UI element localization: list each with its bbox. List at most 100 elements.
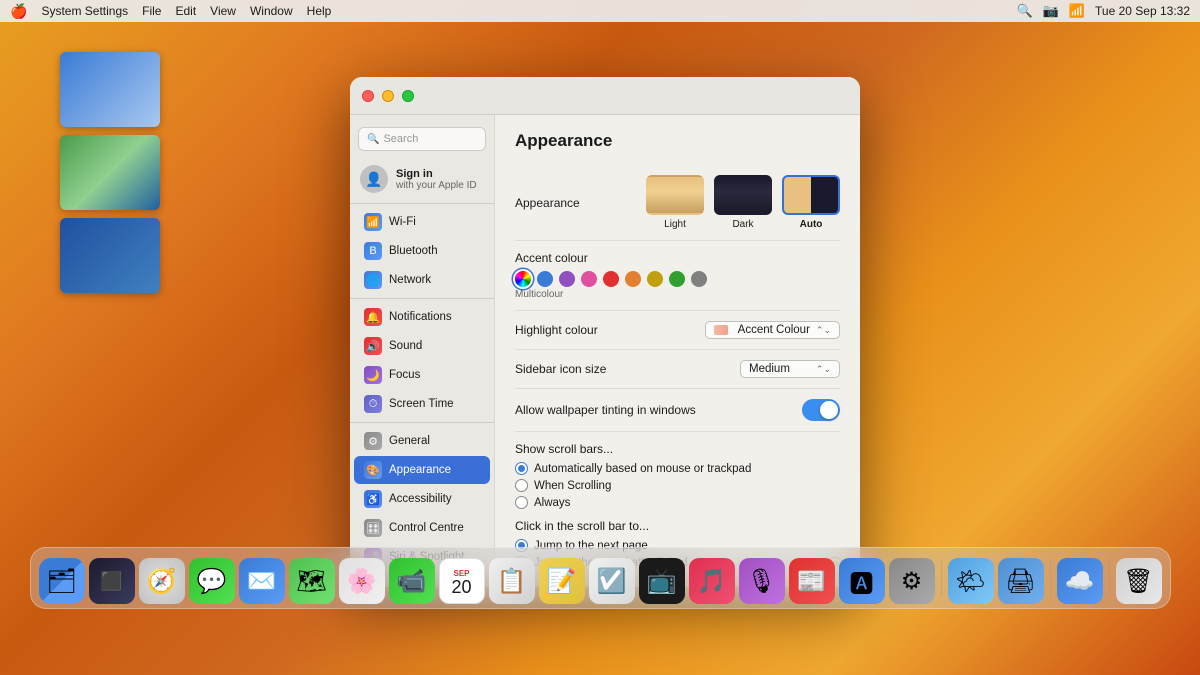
highlight-control: Accent Colour ⌃⌄ bbox=[705, 321, 840, 339]
title-bar bbox=[350, 77, 860, 115]
wifi-menubar-icon[interactable]: 📶 bbox=[1069, 3, 1085, 19]
menubar-view[interactable]: View bbox=[210, 4, 236, 18]
appearance-dark[interactable]: Dark bbox=[714, 175, 772, 230]
accent-colours bbox=[515, 271, 707, 287]
search-menubar-icon[interactable]: 🔍 bbox=[1016, 3, 1032, 19]
dock-icon-preview[interactable]: 🖨 bbox=[998, 558, 1044, 604]
sidebar: 🔍 Search 👤 Sign in with your Apple ID bbox=[350, 115, 495, 587]
dock-icon-messages[interactable]: 💬 bbox=[189, 558, 235, 604]
scroll-auto-option[interactable]: Automatically based on mouse or trackpad bbox=[515, 462, 751, 475]
accent-orange[interactable] bbox=[625, 271, 641, 287]
sidebar-item-bluetooth[interactable]: B Bluetooth bbox=[354, 237, 490, 265]
scroll-always-option[interactable]: Always bbox=[515, 496, 570, 509]
search-placeholder: Search bbox=[383, 133, 418, 145]
main-content: Appearance Appearance Light Dark bbox=[495, 115, 860, 587]
sidebar-icon-size-row: Sidebar icon size Medium ⌃⌄ bbox=[515, 350, 840, 389]
menubar-edit[interactable]: Edit bbox=[175, 4, 196, 18]
light-label: Light bbox=[664, 219, 686, 230]
appearance-light[interactable]: Light bbox=[646, 175, 704, 230]
accent-multicolour[interactable] bbox=[515, 271, 531, 287]
tinting-toggle[interactable] bbox=[802, 399, 840, 421]
accent-colour-label: Accent colour bbox=[515, 251, 625, 265]
sound-icon: 🔊 bbox=[364, 337, 382, 355]
scroll-scrolling-radio[interactable] bbox=[515, 479, 528, 492]
sidebar-icon-size-label: Sidebar icon size bbox=[515, 362, 625, 376]
accent-red[interactable] bbox=[603, 271, 619, 287]
scroll-scrolling-label: When Scrolling bbox=[534, 480, 611, 492]
sidebar-item-screentime[interactable]: ⏱ Screen Time bbox=[354, 390, 490, 418]
dock-icon-trash[interactable]: 🗑 bbox=[1116, 558, 1162, 604]
dock-icon-music[interactable]: 🎵 bbox=[689, 558, 735, 604]
sidebar-size-dropdown[interactable]: Medium ⌃⌄ bbox=[740, 360, 840, 378]
appearance-auto[interactable]: Auto bbox=[782, 175, 840, 230]
highlight-dropdown[interactable]: Accent Colour ⌃⌄ bbox=[705, 321, 840, 339]
dock-icon-contacts[interactable]: 📋 bbox=[489, 558, 535, 604]
sidebar-label-network: Network bbox=[389, 274, 431, 286]
scroll-always-radio[interactable] bbox=[515, 496, 528, 509]
general-icon: ⚙ bbox=[364, 432, 382, 450]
scrollbars-section: Show scroll bars... Automatically based … bbox=[515, 442, 840, 509]
maximize-button[interactable] bbox=[402, 90, 414, 102]
accent-purple[interactable] bbox=[559, 271, 575, 287]
sidebar-item-general[interactable]: ⚙ General bbox=[354, 427, 490, 455]
sign-in-label: Sign in bbox=[396, 168, 477, 180]
sidebar-item-accessibility[interactable]: ♿ Accessibility bbox=[354, 485, 490, 513]
menubar-help[interactable]: Help bbox=[307, 4, 332, 18]
dock-icon-weather[interactable]: 🌤 bbox=[948, 558, 994, 604]
dock-icon-reminders[interactable]: ☑️ bbox=[589, 558, 635, 604]
sidebar-size-control: Medium ⌃⌄ bbox=[740, 360, 840, 378]
accent-blue[interactable] bbox=[537, 271, 553, 287]
dock-icon-news[interactable]: 📰 bbox=[789, 558, 835, 604]
dock-icon-facetime[interactable]: 📹 bbox=[389, 558, 435, 604]
dock: 🗂 ⬛ 🧭 💬 ✉️ 🗺 🌸 📹 SEP 20 📋 📝 ☑️ 📺 🎵 🎙 📰 bbox=[0, 545, 1200, 615]
search-container: 🔍 Search bbox=[350, 123, 494, 159]
menubar-file[interactable]: File bbox=[142, 4, 161, 18]
dock-icon-finder[interactable]: 🗂 bbox=[39, 558, 85, 604]
sidebar-label-focus: Focus bbox=[389, 369, 420, 381]
apple-id-row[interactable]: 👤 Sign in with your Apple ID bbox=[350, 159, 494, 199]
accent-pink[interactable] bbox=[581, 271, 597, 287]
dock-icon-calendar[interactable]: SEP 20 bbox=[439, 558, 485, 604]
sidebar-item-focus[interactable]: 🌙 Focus bbox=[354, 361, 490, 389]
scroll-scrolling-option[interactable]: When Scrolling bbox=[515, 479, 611, 492]
sidebar-label-accessibility: Accessibility bbox=[389, 493, 452, 505]
search-box[interactable]: 🔍 Search bbox=[358, 127, 486, 151]
sidebar-item-sound[interactable]: 🔊 Sound bbox=[354, 332, 490, 360]
close-button[interactable] bbox=[362, 90, 374, 102]
dock-icon-sysprefs[interactable]: ⚙ bbox=[889, 558, 935, 604]
accent-green[interactable] bbox=[669, 271, 685, 287]
toggle-knob bbox=[820, 401, 838, 419]
sidebar-item-notifications[interactable]: 🔔 Notifications bbox=[354, 303, 490, 331]
tinting-toggle-container bbox=[802, 399, 840, 421]
menubar-app-name[interactable]: System Settings bbox=[41, 4, 128, 18]
sidebar-size-value: Medium bbox=[749, 363, 790, 375]
dock-icon-icloud[interactable]: ☁️ bbox=[1057, 558, 1103, 604]
multicolour-label: Multicolour bbox=[515, 289, 707, 300]
dock-icon-podcasts[interactable]: 🎙 bbox=[739, 558, 785, 604]
dock-icon-mail[interactable]: ✉️ bbox=[239, 558, 285, 604]
menubar-window[interactable]: Window bbox=[250, 4, 293, 18]
scroll-radio-group: Automatically based on mouse or trackpad… bbox=[515, 462, 840, 509]
dock-icon-safari[interactable]: 🧭 bbox=[139, 558, 185, 604]
desktop-thumbnails bbox=[60, 52, 160, 293]
accent-graphite[interactable] bbox=[691, 271, 707, 287]
accent-yellow[interactable] bbox=[647, 271, 663, 287]
dock-icon-appletv[interactable]: 📺 bbox=[639, 558, 685, 604]
sidebar-item-wifi[interactable]: 📶 Wi-Fi bbox=[354, 208, 490, 236]
wifi-icon: 📶 bbox=[364, 213, 382, 231]
sidebar-item-network[interactable]: 🌐 Network bbox=[354, 266, 490, 294]
scroll-auto-radio[interactable] bbox=[515, 462, 528, 475]
dock-icon-photos[interactable]: 🌸 bbox=[339, 558, 385, 604]
dock-icon-maps[interactable]: 🗺 bbox=[289, 558, 335, 604]
scroll-always-label: Always bbox=[534, 497, 570, 509]
page-title: Appearance bbox=[515, 131, 840, 151]
dock-icon-appstore[interactable]: 🅰 bbox=[839, 558, 885, 604]
minimize-button[interactable] bbox=[382, 90, 394, 102]
dock-icon-notes[interactable]: 📝 bbox=[539, 558, 585, 604]
sidebar-item-appearance[interactable]: 🎨 Appearance bbox=[354, 456, 490, 484]
apple-logo-icon[interactable]: 🍎 bbox=[10, 3, 27, 20]
sidebar-item-controlcentre[interactable]: 🎛 Control Centre bbox=[354, 514, 490, 542]
screen-record-icon[interactable]: 📷 bbox=[1043, 3, 1059, 19]
dock-icon-launchpad[interactable]: ⬛ bbox=[89, 558, 135, 604]
auto-label: Auto bbox=[800, 219, 823, 230]
